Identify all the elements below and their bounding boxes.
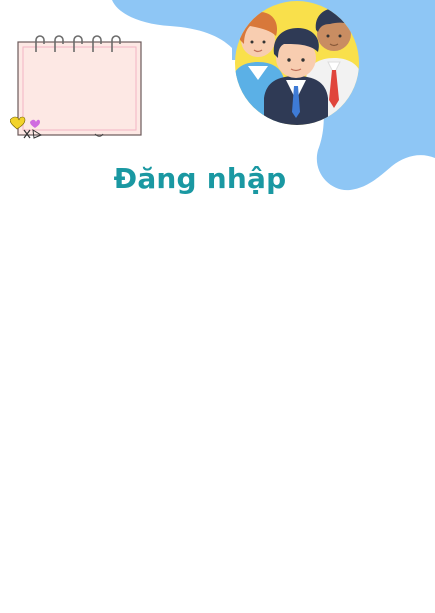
team-people-icon	[235, 1, 359, 125]
page-title: Đăng nhập	[113, 162, 287, 195]
notepad-icon	[10, 35, 142, 139]
login-page: Đăng nhập	[0, 0, 435, 613]
